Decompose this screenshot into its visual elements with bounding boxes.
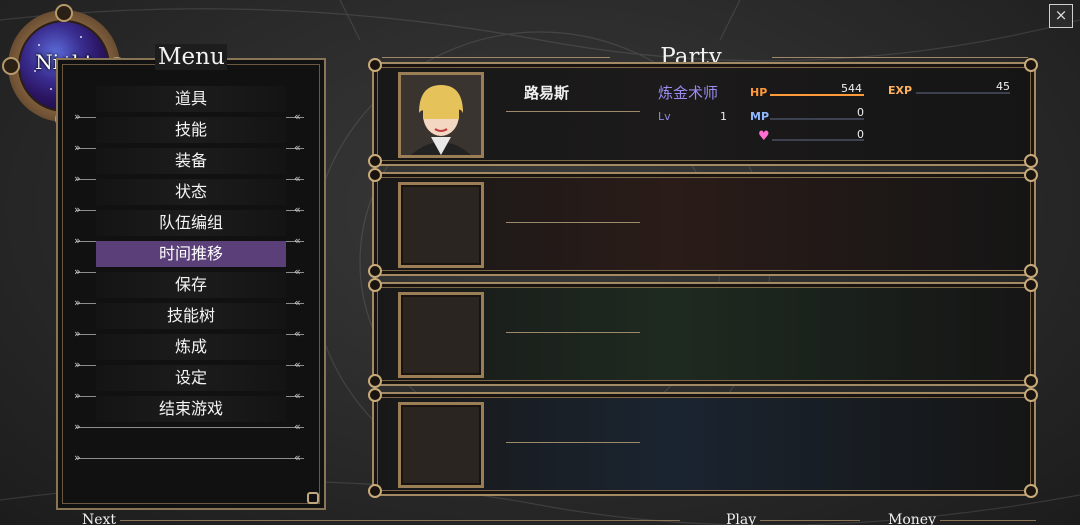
- menu-arrow-icon: »: [74, 110, 81, 123]
- menu-item[interactable]: 队伍编组: [96, 210, 286, 236]
- party-title-line-left: [382, 57, 610, 58]
- slot-corner-ornament-icon: [368, 154, 382, 168]
- exp-label: EXP: [888, 84, 913, 97]
- hp-label: HP: [750, 86, 768, 99]
- slot-corner-ornament-icon: [368, 374, 382, 388]
- menu-arrow-icon: »: [74, 141, 81, 154]
- exp-bar: [916, 92, 1010, 94]
- menu-title: Menu: [155, 44, 227, 70]
- bottom-line-play: [760, 520, 860, 521]
- menu-item[interactable]: 炼成: [96, 334, 286, 360]
- party-slot[interactable]: [368, 278, 1038, 388]
- menu-arrow-icon: »: [74, 203, 81, 216]
- slot-corner-ornament-icon: [1024, 388, 1038, 402]
- menu-arrow-icon: «: [294, 389, 301, 402]
- menu-arrow-icon: «: [294, 265, 301, 278]
- menu-item[interactable]: 装备: [96, 148, 286, 174]
- character-portrait: [401, 75, 481, 155]
- menu-arrow-icon: «: [294, 110, 301, 123]
- slot-corner-ornament-icon: [1024, 484, 1038, 498]
- slot-corner-ornament-icon: [1024, 278, 1038, 292]
- mp-label: MP: [750, 110, 770, 123]
- menu-arrow-icon: »: [74, 172, 81, 185]
- menu-arrow-icon: »: [74, 451, 81, 464]
- menu-item[interactable]: 技能树: [96, 303, 286, 329]
- menu-arrow-icon: «: [294, 296, 301, 309]
- menu-arrow-icon: »: [74, 296, 81, 309]
- portrait-frame: [398, 292, 484, 378]
- menu-item[interactable]: 道具: [96, 86, 286, 112]
- slot-corner-ornament-icon: [1024, 374, 1038, 388]
- slot-corner-ornament-icon: [1024, 264, 1038, 278]
- menu-item[interactable]: 保存: [96, 272, 286, 298]
- slot-corner-ornament-icon: [368, 388, 382, 402]
- close-button[interactable]: ×: [1049, 4, 1073, 28]
- character-class: 炼金术师: [658, 84, 719, 102]
- menu-divider: [76, 427, 304, 428]
- mp-bar: [770, 118, 864, 120]
- slot-corner-ornament-icon: [1024, 154, 1038, 168]
- menu-arrow-icon: «: [294, 203, 301, 216]
- menu-arrow-icon: »: [74, 265, 81, 278]
- slot-corner-ornament-icon: [368, 58, 382, 72]
- bottom-line-money: [940, 520, 1036, 521]
- party-slot[interactable]: [368, 168, 1038, 278]
- menu-arrow-icon: «: [294, 141, 301, 154]
- hp-bar: [770, 94, 864, 96]
- slot-corner-ornament-icon: [368, 278, 382, 292]
- name-underline: [506, 222, 640, 223]
- emblem-knot-icon: [55, 4, 73, 22]
- money-label: Money: [888, 512, 936, 525]
- character-name: 路易斯: [524, 84, 570, 102]
- menu-arrow-icon: »: [74, 234, 81, 247]
- level-value: 1: [720, 110, 727, 123]
- menu-arrow-icon: «: [294, 451, 301, 464]
- menu-arrow-icon: «: [294, 327, 301, 340]
- menu-arrow-icon: »: [74, 420, 81, 433]
- close-icon: ×: [1054, 6, 1068, 24]
- name-underline: [506, 332, 640, 333]
- menu-item[interactable]: 时间推移: [96, 241, 286, 267]
- portrait-frame: [398, 182, 484, 268]
- portrait-frame: [398, 402, 484, 488]
- heart-icon: ♥: [758, 129, 770, 144]
- menu-arrow-icon: «: [294, 358, 301, 371]
- party-title-line-right: [772, 57, 1028, 58]
- slot-corner-ornament-icon: [368, 484, 382, 498]
- menu-arrow-icon: «: [294, 172, 301, 185]
- menu-arrow-icon: «: [294, 420, 301, 433]
- menu-arrow-icon: »: [74, 358, 81, 371]
- affection-bar: [772, 139, 864, 141]
- name-underline: [506, 442, 640, 443]
- slot-corner-ornament-icon: [368, 168, 382, 182]
- play-label: Play: [726, 512, 757, 525]
- menu-item[interactable]: 结束游戏: [96, 396, 286, 422]
- name-underline: [506, 111, 640, 112]
- emblem-knot-icon: [2, 57, 20, 75]
- menu-arrow-icon: »: [74, 327, 81, 340]
- menu-corner-ornament-icon: [307, 492, 319, 504]
- bottom-line-next: [120, 520, 680, 521]
- slot-corner-ornament-icon: [1024, 168, 1038, 182]
- menu-item[interactable]: 技能: [96, 117, 286, 143]
- menu-item[interactable]: 状态: [96, 179, 286, 205]
- menu-divider: [76, 458, 304, 459]
- menu-arrow-icon: »: [74, 389, 81, 402]
- menu-item[interactable]: 设定: [96, 365, 286, 391]
- portrait-frame: [398, 72, 484, 158]
- level-label: Lv: [658, 110, 671, 123]
- hp-bar-fill: [770, 94, 864, 96]
- next-label: Next: [82, 512, 117, 525]
- slot-corner-ornament-icon: [368, 264, 382, 278]
- party-slot[interactable]: 路易斯 炼金术师 Lv 1 HP 544 MP 0 ♥ 0 EXP 45: [368, 58, 1038, 168]
- party-slot[interactable]: [368, 388, 1038, 498]
- menu-arrow-icon: «: [294, 234, 301, 247]
- slot-corner-ornament-icon: [1024, 58, 1038, 72]
